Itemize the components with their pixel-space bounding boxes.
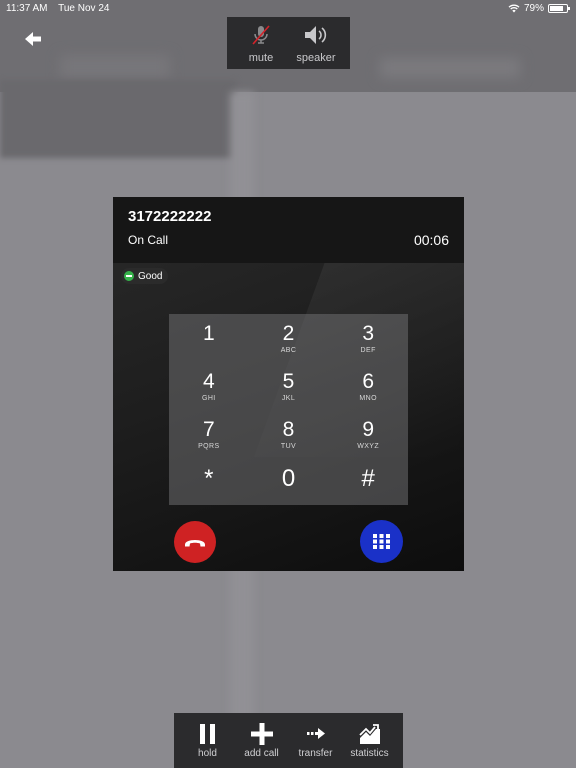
key-4[interactable]: 4 GHI: [169, 362, 249, 410]
keypad-grid-icon: [373, 534, 390, 549]
transfer-button[interactable]: transfer: [287, 713, 344, 768]
key-digit: 1: [202, 322, 215, 345]
key-letters: TUV: [280, 442, 297, 450]
key-digit: 6: [362, 369, 374, 393]
status-date: Tue Nov 24: [58, 3, 110, 14]
key-6[interactable]: 6 MNO: [328, 362, 408, 410]
key-7[interactable]: 7 PQRS: [169, 410, 249, 458]
speaker-label: speaker: [296, 52, 336, 64]
key-letters: DEF: [360, 347, 376, 354]
key-1[interactable]: 1: [169, 314, 249, 362]
key-digit: 4: [202, 369, 215, 393]
call-status: On Call: [128, 233, 169, 247]
key-2[interactable]: 2 ABC: [249, 314, 329, 362]
plus-icon: [250, 723, 273, 745]
call-quality-badge: Good: [121, 268, 169, 284]
key-hash[interactable]: #: [328, 457, 408, 505]
status-bar: 11:37 AM Tue Nov 24 79%: [0, 0, 576, 18]
call-panel: 3172222222 On Call 00:06 Good 1 2 ABC 3 DE…: [113, 197, 464, 571]
wifi-icon: [508, 4, 520, 13]
key-digit: 0: [281, 465, 296, 493]
key-digit: 5: [282, 369, 295, 393]
key-digit: 7: [202, 417, 215, 441]
mic-muted-icon: [252, 25, 270, 45]
key-5[interactable]: 5 JKL: [249, 362, 329, 410]
hold-button[interactable]: hold: [179, 713, 236, 768]
background-blur: [60, 55, 170, 79]
dial-keypad: 1 2 ABC 3 DEF 4 GHI 5 JKL 6 MNO 7 PQRS 8 TUV 9W…: [169, 314, 408, 505]
key-9[interactable]: 9 WXYZ: [328, 410, 408, 458]
call-header: 3172222222 On Call 00:06: [113, 197, 464, 263]
key-letters: GHI: [202, 394, 216, 402]
key-digit: 9: [362, 417, 374, 441]
battery-percent: 79%: [523, 3, 544, 14]
key-digit: *: [204, 465, 214, 493]
mute-label: mute: [248, 52, 274, 64]
add-call-label: add call: [244, 748, 279, 759]
key-letters: MNO: [359, 394, 377, 402]
speaker-icon: [305, 26, 327, 44]
chart-trend-icon: [358, 724, 380, 744]
arrow-left-icon: [25, 32, 41, 46]
pause-icon: [199, 724, 215, 744]
key-letters: JKL: [281, 394, 296, 402]
phone-hangup-icon: [185, 540, 205, 547]
call-timer: 00:06: [413, 232, 449, 248]
key-8[interactable]: 8 TUV: [249, 410, 329, 458]
battery-level: [550, 6, 563, 11]
audio-controls: mute speaker: [227, 17, 350, 69]
transfer-label: transfer: [298, 748, 333, 759]
background-panel: [0, 80, 236, 158]
statistics-button[interactable]: statistics: [341, 713, 398, 768]
hold-label: hold: [198, 748, 217, 759]
key-letters: ABC: [280, 347, 297, 354]
transfer-arrow-icon: [306, 728, 325, 739]
caller-number: 3172222222: [128, 208, 212, 225]
key-0[interactable]: 0: [249, 457, 329, 505]
key-digit: 2: [282, 322, 295, 345]
key-letters: PQRS: [198, 442, 220, 450]
key-digit: #: [361, 465, 375, 493]
add-call-button[interactable]: add call: [233, 713, 290, 768]
call-toolbar: hold add call transfer statistics: [174, 713, 403, 768]
key-3[interactable]: 3 DEF: [328, 314, 408, 362]
background-blur: [380, 58, 520, 78]
key-star[interactable]: *: [169, 457, 249, 505]
key-digit: 8: [282, 417, 295, 441]
key-digit: 3: [362, 322, 374, 345]
end-call-button[interactable]: [174, 521, 216, 563]
mute-button[interactable]: mute: [231, 17, 291, 69]
keypad-toggle-button[interactable]: [360, 520, 403, 563]
call-quality-label: Good: [138, 270, 163, 282]
speaker-button[interactable]: speaker: [286, 17, 346, 69]
signal-quality-icon: [124, 271, 134, 281]
back-button[interactable]: [20, 28, 46, 50]
status-time: 11:37 AM: [6, 3, 48, 14]
statistics-label: statistics: [350, 748, 389, 759]
key-letters: WXYZ: [357, 442, 380, 450]
battery-icon: [548, 4, 570, 13]
